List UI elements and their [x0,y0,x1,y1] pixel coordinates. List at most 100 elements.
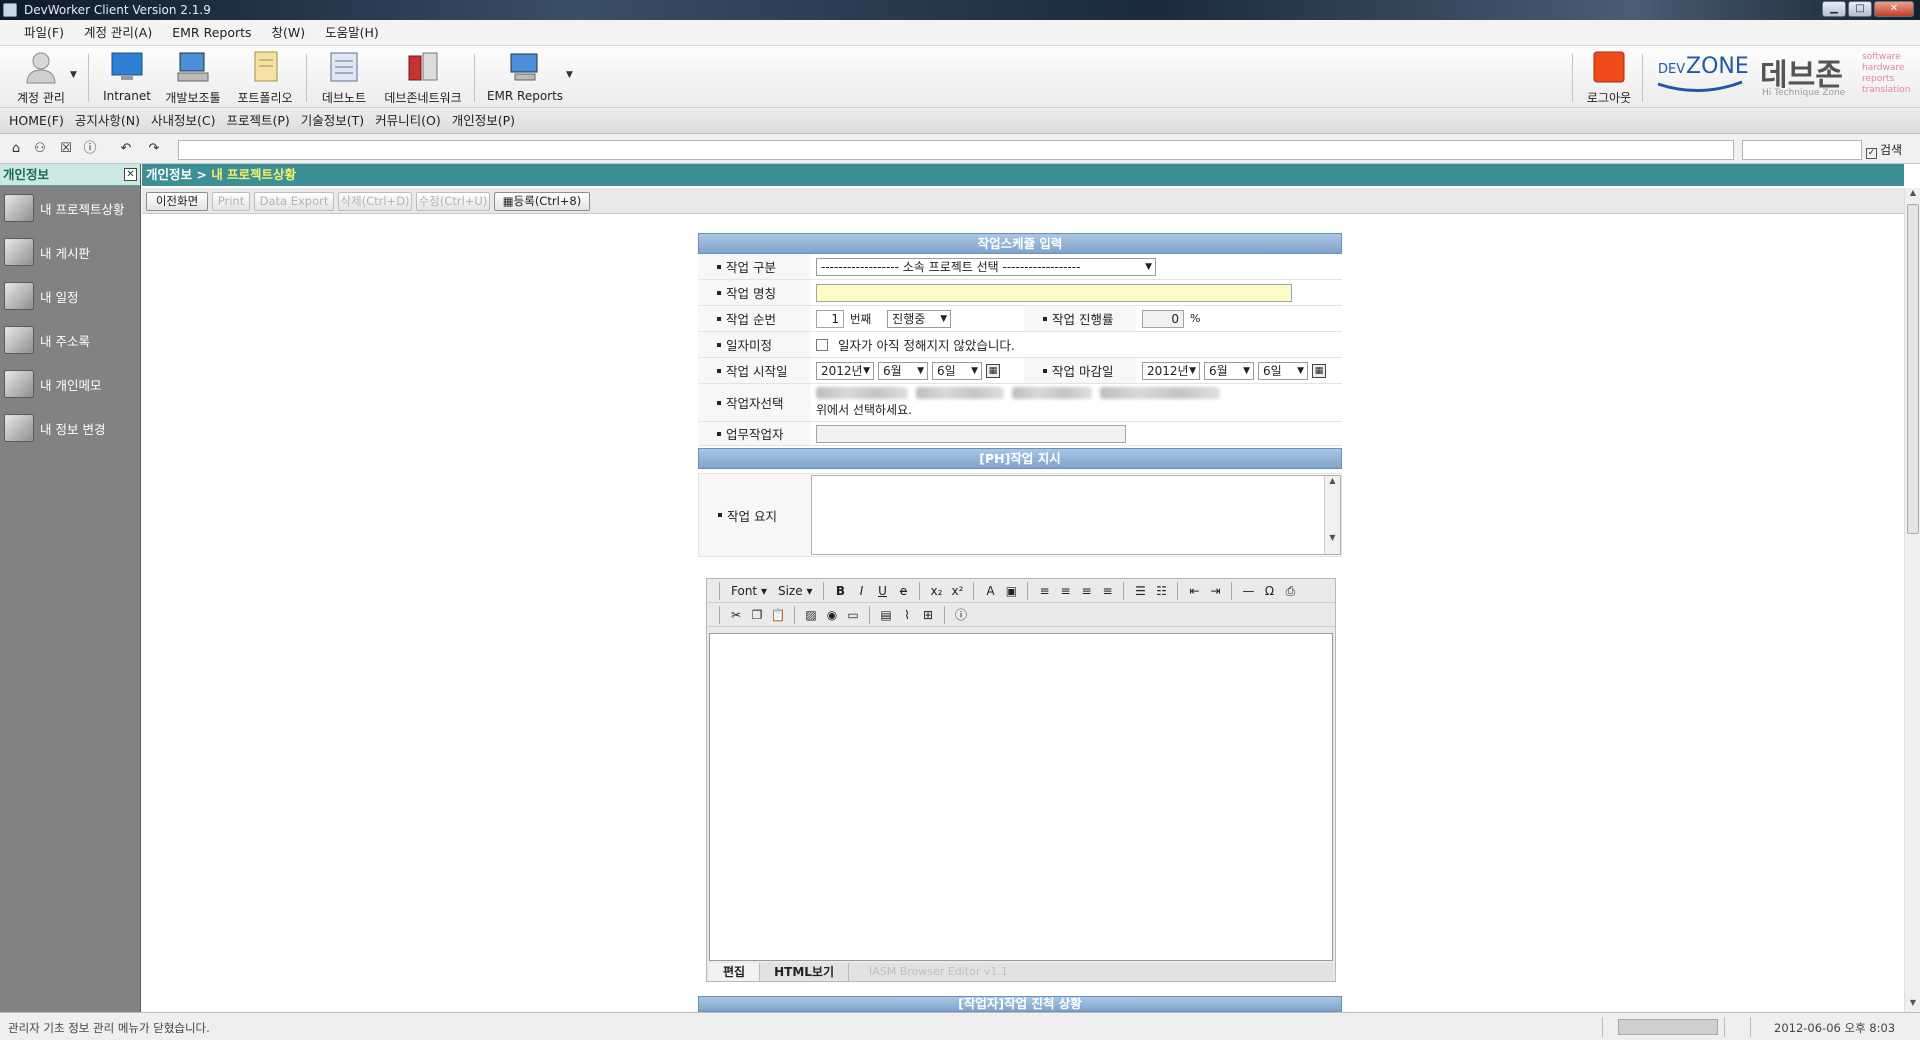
start-month-select[interactable]: 6월 ▼ [878,361,928,380]
folder-icon[interactable]: ▤ [877,606,895,624]
tab-html[interactable]: HTML보기 [760,963,849,981]
nav-tech-info[interactable]: 기술정보(T) [296,108,370,133]
users-icon[interactable]: ⚇ [32,141,48,157]
sidebar-close-icon[interactable]: ✕ [124,168,137,181]
sidebar-item-my-board[interactable]: 내 게시판 [0,230,140,274]
sidebar-item-my-project[interactable]: 내 프로젝트상황 [0,186,140,230]
delete-button[interactable]: 삭제(Ctrl+D) [338,192,412,211]
outdent-icon[interactable]: ⇤ [1185,582,1203,600]
nav-company-info[interactable]: 사내정보(C) [146,108,221,133]
calendar-icon[interactable]: ▦ [986,363,1000,378]
calendar-icon[interactable]: ▦ [1312,363,1326,378]
account-dropdown-icon[interactable]: ▼ [70,70,77,80]
menu-help[interactable]: 도움말(H) [315,20,389,45]
devnote-button[interactable]: 데브노트 [314,50,374,106]
bold-icon[interactable]: B [831,582,849,600]
data-export-button[interactable]: Data Export [254,192,334,211]
search-input[interactable] [1742,140,1862,160]
address-input[interactable] [178,140,1734,160]
menu-account[interactable]: 계정 관리(A) [74,20,162,45]
menu-emr-reports[interactable]: EMR Reports [162,20,261,45]
dev-tools-button[interactable]: 개발보조툴 [160,50,226,106]
search-checkbox[interactable]: ✓ [1866,148,1877,159]
task-worker-input[interactable] [816,424,1126,443]
nav-community[interactable]: 커뮤니티(O) [370,108,447,133]
text-color-icon[interactable]: A [981,582,999,600]
insert-icon[interactable]: ⊞ [919,606,937,624]
redo-icon[interactable]: ↷ [146,141,162,157]
strike-icon[interactable]: e [894,582,912,600]
nav-personal-info[interactable]: 개인정보(P) [447,108,521,133]
underline-icon[interactable]: U [873,582,891,600]
search-button[interactable]: ✓ 검색 [1866,140,1918,160]
unordered-list-icon[interactable]: ☷ [1152,582,1170,600]
superscript-icon[interactable]: x² [948,582,966,600]
home-icon[interactable]: ⌂ [8,141,24,157]
nav-project[interactable]: 프로젝트(P) [221,108,295,133]
portfolio-button[interactable]: 포트폴리오 [232,50,298,106]
end-month-select[interactable]: 6월 ▼ [1204,361,1254,380]
image-icon[interactable]: ▨ [802,606,820,624]
end-year-select[interactable]: 2012년 ▼ [1142,361,1200,380]
print-button[interactable]: Print [212,192,250,211]
info-icon[interactable]: ⓘ [82,141,98,157]
align-right-icon[interactable]: ≡ [1077,582,1095,600]
task-order-input[interactable]: 1 [816,309,844,328]
align-left-icon[interactable]: ≡ [1035,582,1053,600]
back-button[interactable]: 이전화면 [146,192,208,211]
info-icon[interactable]: ⓘ [952,606,970,624]
special-char-icon[interactable]: Ω [1260,582,1278,600]
progress-input[interactable]: 0 [1142,309,1184,328]
bg-color-icon[interactable]: ▣ [1002,582,1020,600]
breadcrumb-parent[interactable]: 개인정보 [146,167,192,182]
scroll-down-icon[interactable]: ▼ [1905,998,1920,1012]
page-scrollbar[interactable]: ▲ ▼ [1904,188,1920,1012]
print-icon[interactable]: ⎙ [1281,582,1299,600]
sidebar-item-my-info[interactable]: 내 정보 변경 [0,406,140,450]
textarea-scrollbar[interactable]: ▲ ▼ [1324,476,1340,554]
start-year-select[interactable]: 2012년 ▼ [816,361,874,380]
worker-checkbox-list[interactable] [816,387,1220,399]
italic-icon[interactable]: I [852,582,870,600]
menu-file[interactable]: 파일(F) [14,20,74,45]
font-dropdown[interactable]: Font ▾ [727,584,771,598]
nav-home[interactable]: HOME(F) [4,108,70,133]
nav-notice[interactable]: 공지사항(N) [70,108,146,133]
close-button[interactable]: ✕ [1874,1,1914,17]
tab-edit[interactable]: 편집 [709,963,761,981]
date-undecided-checkbox[interactable] [816,338,828,351]
minimize-button[interactable]: ▁ [1822,1,1846,17]
menu-window[interactable]: 창(W) [262,20,316,45]
start-day-select[interactable]: 6일 ▼ [932,361,982,380]
copy-icon[interactable]: ❐ [748,606,766,624]
scroll-up-icon[interactable]: ▲ [1905,188,1920,202]
attach-icon[interactable]: ⌇ [898,606,916,624]
sidebar-item-my-schedule[interactable]: 내 일정 [0,274,140,318]
align-justify-icon[interactable]: ≡ [1098,582,1116,600]
task-name-input[interactable] [816,283,1292,302]
summary-textarea[interactable]: ▲ ▼ [811,475,1341,555]
edit-button[interactable]: 수정(Ctrl+U) [416,192,490,211]
subscript-icon[interactable]: x₂ [927,582,945,600]
link-icon[interactable]: ◉ [823,606,841,624]
table-icon[interactable]: ▭ [844,606,862,624]
paste-icon[interactable]: 📋 [769,606,787,624]
horizontal-rule-icon[interactable]: — [1239,582,1257,600]
intranet-button[interactable]: Intranet [98,50,156,106]
size-dropdown[interactable]: Size ▾ [774,584,816,598]
maximize-button[interactable]: □ [1848,1,1872,17]
devzone-network-button[interactable]: 데브존네트워크 [380,50,466,106]
indent-icon[interactable]: ⇥ [1206,582,1224,600]
cut-icon[interactable]: ✂ [727,606,745,624]
align-center-icon[interactable]: ≡ [1056,582,1074,600]
account-button[interactable]: 계정 관리 [10,50,72,106]
register-button[interactable]: ▦등록(Ctrl+8) [494,192,590,211]
emr-reports-button[interactable]: EMR Reports [484,50,566,106]
sidebar-item-my-addressbook[interactable]: 내 주소록 [0,318,140,362]
status-select[interactable]: 진행중 ▼ [887,309,952,328]
emr-dropdown-icon[interactable]: ▼ [566,70,573,80]
close-tab-icon[interactable]: ☒ [58,141,74,157]
editor-content-area[interactable] [709,633,1333,961]
scroll-thumb[interactable] [1907,204,1919,534]
ordered-list-icon[interactable]: ☰ [1131,582,1149,600]
